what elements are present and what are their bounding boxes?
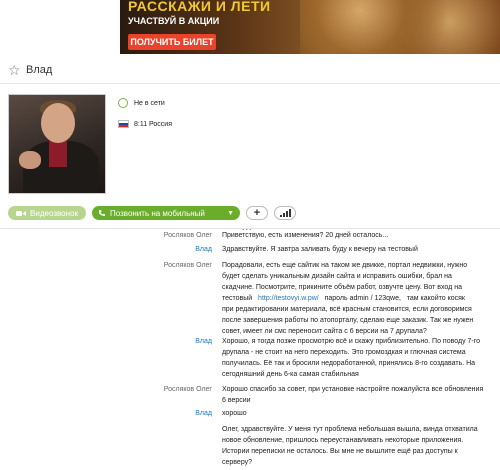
divider <box>0 228 500 229</box>
local-time-label: 8:11 Россия <box>134 120 173 128</box>
call-mobile-label: Позвонить на мобильный <box>110 208 205 218</box>
message-sender: Росляков Олег <box>163 232 212 239</box>
chevron-down-icon[interactable]: ▼ <box>227 210 234 217</box>
banner-subtitle: УЧАСТВУЙ В АКЦИИ <box>128 16 220 26</box>
contact-header: ☆ Влад <box>0 58 500 84</box>
plus-icon: + <box>253 207 261 219</box>
chat-message: Олег, здравствуйте. У меня тут проблема … <box>0 424 500 468</box>
message-sender: Влад <box>195 246 212 253</box>
message-text: хорошо <box>222 410 247 417</box>
banner-image <box>300 0 500 54</box>
message-sender: Влад <box>195 410 212 417</box>
ad-banner[interactable]: РАССКАЖИ И ЛЕТИ УЧАСТВУЙ В АКЦИИ ПОЛУЧИТ… <box>120 0 500 54</box>
message-text: Хорошо спасибо за совет, при установке н… <box>222 386 484 404</box>
avatar <box>8 94 106 194</box>
banner-headline: РАССКАЖИ И ЛЕТИ <box>128 0 271 14</box>
message-text: Порадовали, есть еще сайтик на таком же … <box>222 262 474 335</box>
call-actions: Видеозвонок Позвонить на мобильный ▼ + <box>8 206 296 220</box>
star-icon[interactable]: ☆ <box>8 62 21 79</box>
call-mobile-button[interactable]: Позвонить на мобильный ▼ <box>92 206 240 220</box>
video-call-label: Видеозвонок <box>30 208 78 218</box>
chat-message: Влад хорошо <box>0 408 500 419</box>
message-text: Приветствую, есть изменения? 20 дней ост… <box>222 232 389 239</box>
message-text: Олег, здравствуйте. У меня тут проблема … <box>222 426 478 466</box>
phone-icon <box>99 210 105 216</box>
presence-status: Не в сети <box>118 96 165 110</box>
signal-icon <box>279 209 291 217</box>
local-time: 8:11 Россия <box>118 118 172 130</box>
call-quality-button[interactable] <box>274 206 296 220</box>
chat-history[interactable]: Росляков Олег Приветствую, есть изменени… <box>0 230 500 470</box>
video-call-button[interactable]: Видеозвонок <box>8 206 86 220</box>
add-button[interactable]: + <box>246 206 268 220</box>
ad-area: РАССКАЖИ И ЛЕТИ УЧАСТВУЙ В АКЦИИ ПОЛУЧИТ… <box>0 0 500 56</box>
message-link[interactable]: http://testovyi.w.pw/ <box>258 295 319 302</box>
chat-message: Влад Здравствуйте. Я завтра заливать буд… <box>0 244 500 255</box>
status-label: Не в сети <box>134 99 165 107</box>
contact-name: Влад <box>26 64 53 76</box>
chat-message: Росляков Олег Приветствую, есть изменени… <box>0 230 500 241</box>
video-camera-icon <box>16 210 27 216</box>
status-offline-icon <box>118 98 128 108</box>
skype-conversation-window: РАССКАЖИ И ЛЕТИ УЧАСТВУЙ В АКЦИИ ПОЛУЧИТ… <box>0 0 500 470</box>
message-text: Здравствуйте. Я завтра заливать буду к в… <box>222 246 418 253</box>
russia-flag-icon <box>118 120 129 128</box>
message-sender: Влад <box>195 338 212 345</box>
banner-cta-button[interactable]: ПОЛУЧИТЬ БИЛЕТ <box>128 34 216 50</box>
message-sender: Росляков Олег <box>163 386 212 393</box>
message-sender: Росляков Олег <box>163 262 212 269</box>
chat-message: Влад Хорошо, я тогда позже просмотрю всё… <box>0 336 500 380</box>
message-text: Хорошо, я тогда позже просмотрю всё и ск… <box>222 338 481 378</box>
chat-message: Росляков Олег Хорошо спасибо за совет, п… <box>0 384 500 406</box>
